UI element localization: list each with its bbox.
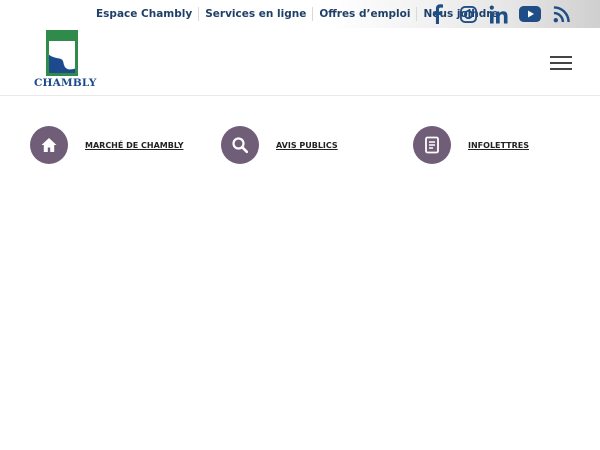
quick-link-infolettres[interactable]: INFOLETTRES <box>413 126 529 164</box>
logo-text: CHAMBLY <box>34 77 97 89</box>
top-utility-bar: Espace Chambly Services en ligne Offres … <box>0 0 600 28</box>
home-icon <box>30 126 68 164</box>
link-offres-emploi[interactable]: Offres d’emploi <box>312 7 416 21</box>
link-services-en-ligne[interactable]: Services en ligne <box>198 7 312 21</box>
chambly-logo[interactable]: CHAMBLY <box>34 30 97 92</box>
social-links <box>426 3 572 25</box>
facebook-icon[interactable] <box>426 3 448 25</box>
quick-link-label: INFOLETTRES <box>468 140 529 150</box>
quick-link-label: AVIS PUBLICS <box>276 140 338 150</box>
quick-link-avis-publics[interactable]: AVIS PUBLICS <box>221 126 338 164</box>
quick-link-label: MARCHÉ DE CHAMBLY <box>85 140 184 150</box>
linkedin-icon[interactable] <box>488 3 510 25</box>
search-icon <box>221 126 259 164</box>
youtube-icon[interactable] <box>519 3 541 25</box>
site-header: CHAMBLY <box>0 28 600 96</box>
document-icon <box>413 126 451 164</box>
link-espace-chambly[interactable]: Espace Chambly <box>90 7 198 21</box>
hamburger-menu-icon[interactable] <box>550 56 572 70</box>
instagram-icon[interactable] <box>457 3 479 25</box>
quick-links: MARCHÉ DE CHAMBLY AVIS PUBLICS INFOLETTR… <box>0 126 600 166</box>
quick-link-marche[interactable]: MARCHÉ DE CHAMBLY <box>30 126 183 164</box>
logo-emblem-icon <box>46 30 78 76</box>
rss-icon[interactable] <box>550 3 572 25</box>
